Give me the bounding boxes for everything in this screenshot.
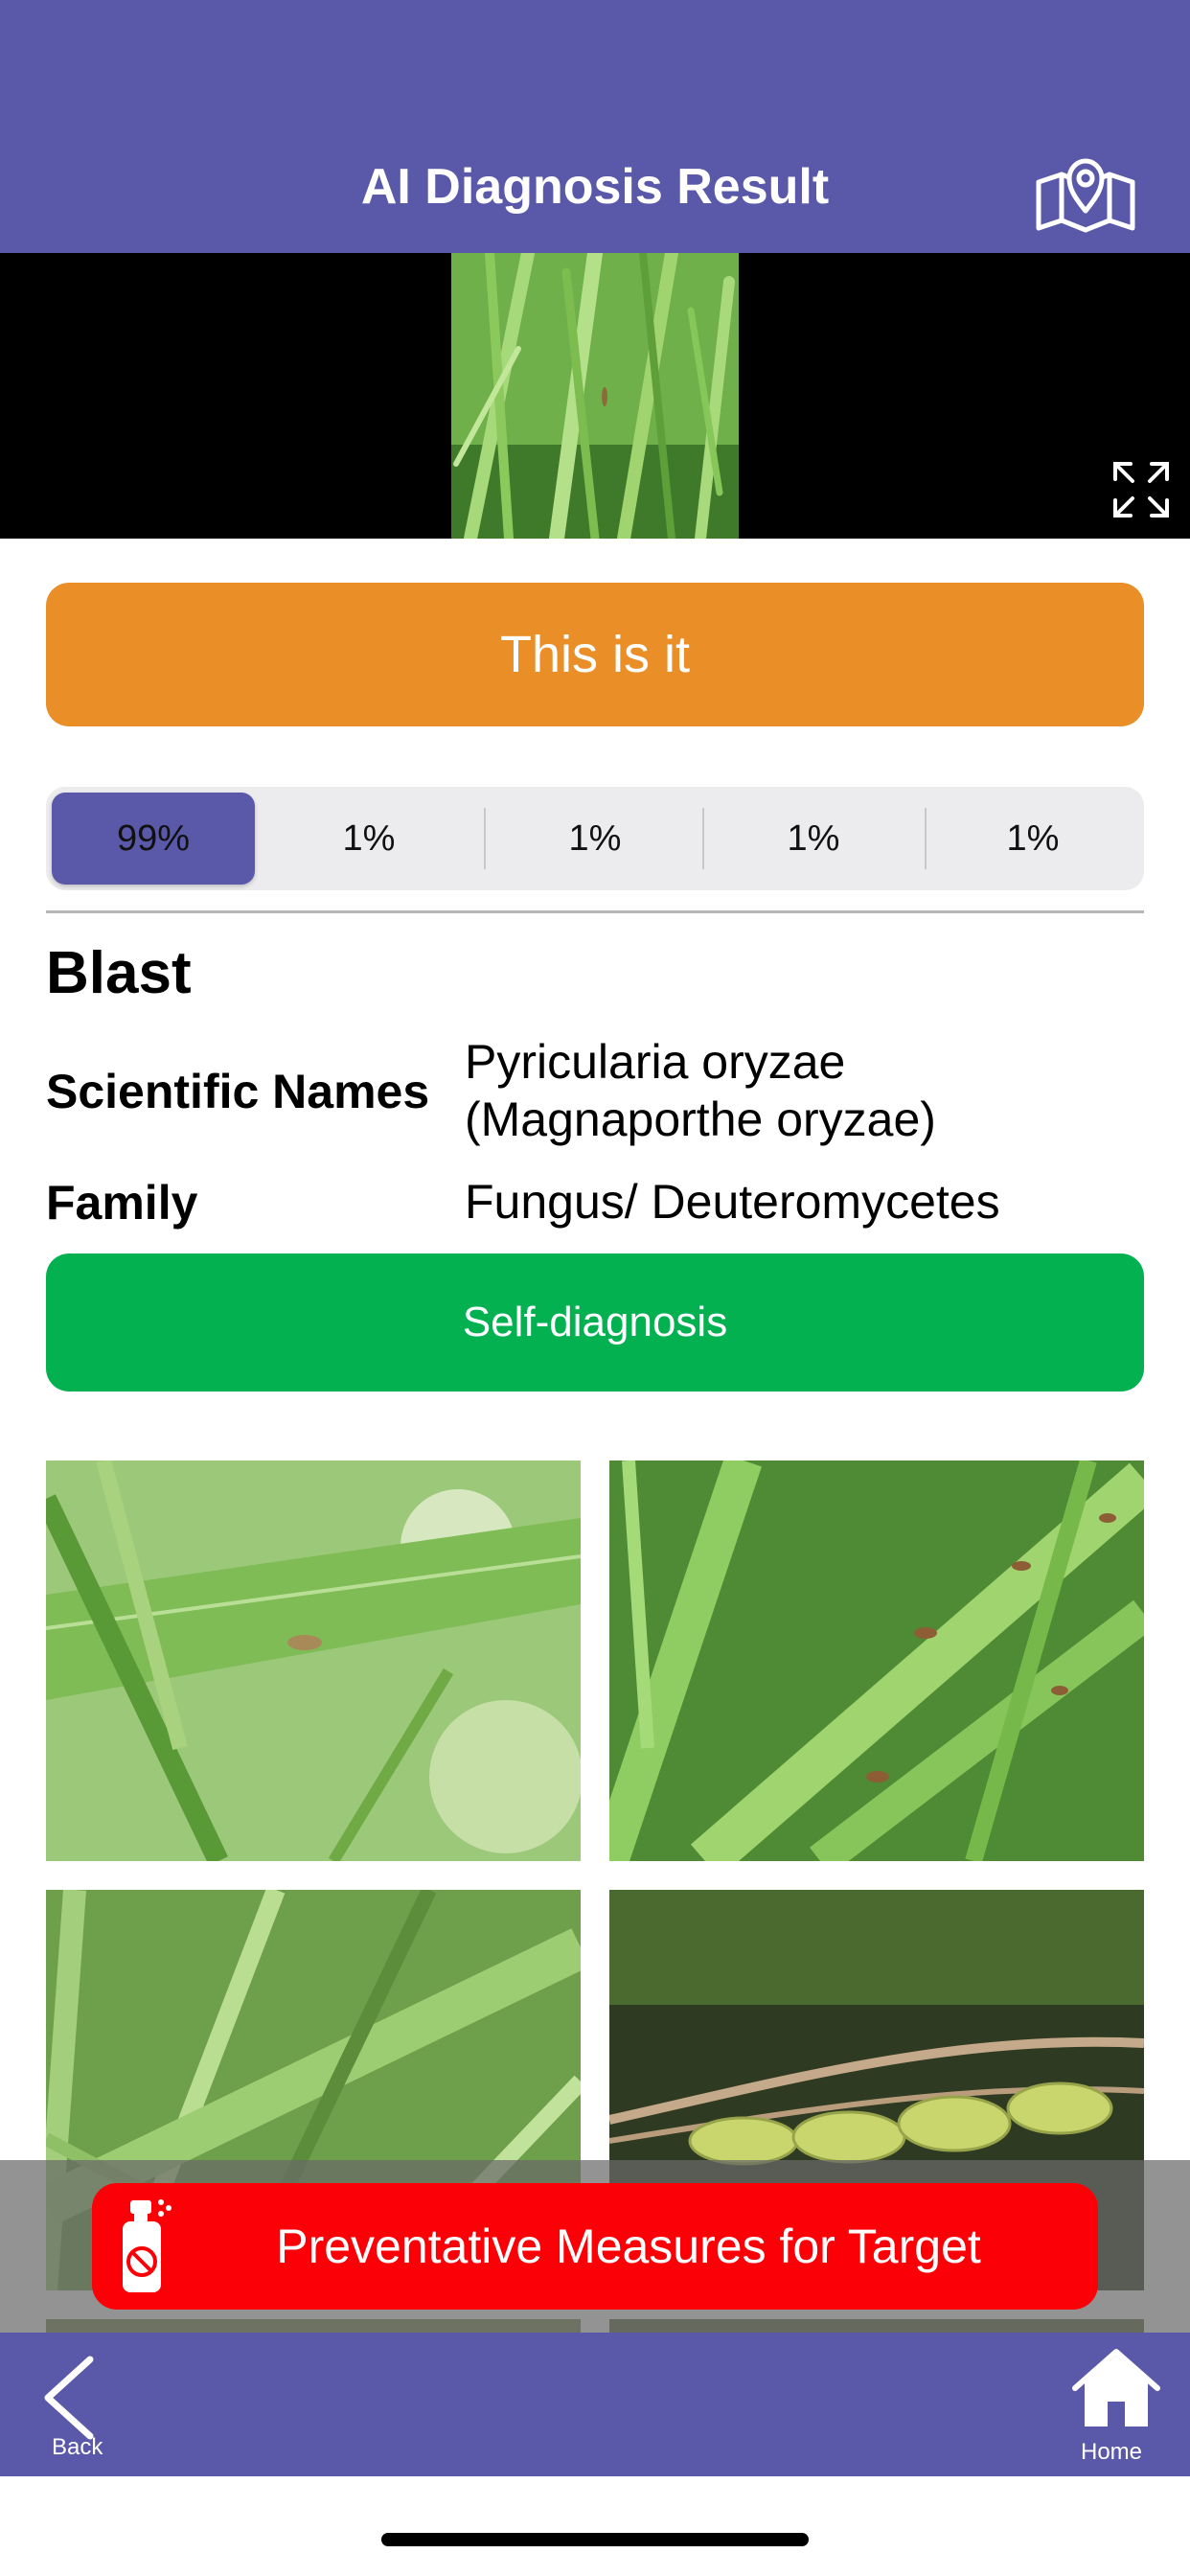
tab-divider [702, 808, 704, 869]
disease-name: Blast [46, 940, 192, 1006]
expand-icon[interactable] [1111, 460, 1171, 519]
tab-confidence-5[interactable]: 1% [927, 793, 1138, 885]
tab-confidence-4[interactable]: 1% [705, 793, 922, 885]
page-title: AI Diagnosis Result [360, 159, 830, 215]
app-screen: AI Diagnosis Result This is it 99% 1% 1%… [0, 0, 1190, 2576]
tab-confidence-1[interactable]: 99% [52, 793, 255, 885]
home-indicator [381, 2533, 809, 2546]
home-icon [1072, 2349, 1160, 2426]
family-value: Fungus/ Deuteromycetes [465, 1175, 1000, 1229]
this-is-it-button[interactable]: This is it [46, 583, 1144, 726]
header-bar: AI Diagnosis Result [0, 0, 1190, 253]
family-label: Family [46, 1176, 198, 1230]
scientific-names-label: Scientific Names [46, 1065, 430, 1118]
reference-photo-2[interactable] [609, 1460, 1144, 1861]
self-diagnosis-button[interactable]: Self-diagnosis [46, 1254, 1144, 1392]
scientific-names-value-line1: Pyricularia oryzae [465, 1035, 846, 1089]
tab-confidence-3[interactable]: 1% [487, 793, 703, 885]
chevron-left-icon [44, 2356, 94, 2440]
confidence-tabs: 99% 1% 1% 1% 1% [46, 787, 1144, 890]
tab-divider [484, 808, 486, 869]
preventative-measures-label: Preventative Measures for Target [276, 2220, 981, 2273]
captured-photo-viewer [0, 253, 1190, 539]
scientific-names-value-line2: (Magnaporthe oryzae) [465, 1092, 936, 1146]
map-pin-icon[interactable] [1033, 144, 1138, 236]
bottom-tab-bar [0, 2333, 1190, 2476]
tab-confidence-2[interactable]: 1% [261, 793, 477, 885]
back-label: Back [52, 2434, 103, 2460]
reference-photo-1[interactable] [46, 1460, 581, 1861]
captured-photo[interactable] [451, 253, 739, 539]
tab-divider [925, 808, 927, 869]
preventative-measures-button[interactable]: Preventative Measures for Target [92, 2183, 1098, 2310]
home-label: Home [1081, 2439, 1143, 2465]
divider [46, 910, 1144, 913]
